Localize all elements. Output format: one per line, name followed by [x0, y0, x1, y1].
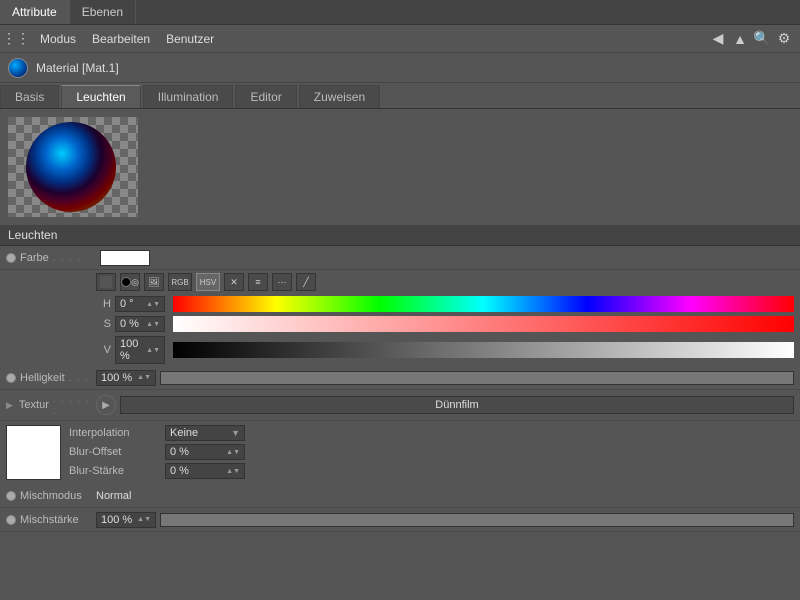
helligkeit-radio[interactable]: [6, 373, 16, 383]
textur-label: ▶ Textur . . . . . .: [6, 393, 96, 417]
tab-attribute[interactable]: Attribute: [0, 0, 70, 24]
search-icon[interactable]: 🔍: [754, 31, 770, 47]
hue-row: H 0 ° ▲▼: [0, 294, 800, 314]
mischstärke-spinner[interactable]: ▲▼: [137, 516, 151, 523]
section-header-leuchten: Leuchten: [0, 224, 800, 246]
arrow-left-icon[interactable]: ◀: [710, 31, 726, 47]
tab-zuweisen[interactable]: Zuweisen: [299, 85, 380, 108]
farbe-row: Farbe . . . .: [0, 246, 800, 270]
settings-icon[interactable]: ⚙: [776, 31, 792, 47]
helligkeit-slider-fill: [161, 372, 793, 384]
blur-offset-label: Blur-Offset: [69, 446, 159, 458]
blur-offset-row: Blur-Offset 0 % ▲▼: [69, 444, 794, 460]
textur-play-button[interactable]: ▶: [96, 395, 116, 415]
blur-starke-input[interactable]: 0 % ▲▼: [165, 463, 245, 479]
mischstärke-value-input[interactable]: 100 % ▲▼: [96, 512, 156, 528]
ct-picker-icon[interactable]: ╱: [296, 273, 316, 291]
farbe-radio[interactable]: [6, 253, 16, 263]
mischmodus-radio[interactable]: [6, 491, 16, 501]
tab-illumination[interactable]: Illumination: [143, 85, 234, 108]
mischmodus-label: Mischmodus: [6, 490, 96, 502]
ct-hsv-icon[interactable]: HSV: [196, 273, 220, 291]
helligkeit-dots: . . .: [69, 372, 89, 384]
tab-ebenen[interactable]: Ebenen: [70, 0, 136, 24]
mischstärke-slider[interactable]: [160, 513, 794, 527]
mischstärke-radio[interactable]: [6, 515, 16, 525]
helligkeit-row: Helligkeit . . . 100 % ▲▼: [0, 366, 800, 390]
property-tabs: Basis Leuchten Illumination Editor Zuwei…: [0, 83, 800, 109]
hue-bar[interactable]: [173, 296, 794, 312]
hue-spinner[interactable]: ▲▼: [146, 301, 160, 308]
arrow-right-icon[interactable]: ▲: [732, 31, 748, 47]
ct-spectrum-icon[interactable]: [96, 273, 116, 291]
ct-rgb-icon[interactable]: RGB: [168, 273, 192, 291]
hue-value-input[interactable]: 0 ° ▲▼: [115, 296, 165, 312]
saturation-label: S: [96, 318, 111, 330]
mischstärke-slider-fill: [161, 514, 793, 526]
farbe-dots: . . . .: [53, 252, 81, 264]
texture-panel: Interpolation Keine ▼ Blur-Offset 0 % ▲▼…: [0, 421, 800, 484]
preview-box: [8, 117, 138, 217]
value-spinner[interactable]: ▲▼: [146, 347, 160, 354]
material-header: Material [Mat.1]: [0, 53, 800, 83]
tab-editor[interactable]: Editor: [235, 85, 296, 108]
interpolation-label: Interpolation: [69, 427, 159, 439]
interpolation-row: Interpolation Keine ▼: [69, 425, 794, 441]
menu-modus[interactable]: Modus: [40, 32, 76, 46]
top-tab-bar: Attribute Ebenen: [0, 0, 800, 25]
mischstärke-label: Mischstärke: [6, 514, 96, 526]
material-preview-ball: [8, 58, 28, 78]
texture-thumbnail: [6, 425, 61, 480]
color-toolbar: ◎ 🖼 RGB HSV ✕ ≡ ⋯ ╱: [0, 270, 800, 294]
blur-starke-label: Blur-Stärke: [69, 465, 159, 477]
saturation-bar[interactable]: [173, 316, 794, 332]
ct-image-icon[interactable]: 🖼: [144, 273, 164, 291]
blur-starke-spinner[interactable]: ▲▼: [226, 468, 240, 475]
ct-bars-icon[interactable]: ≡: [248, 273, 268, 291]
textur-name-button[interactable]: Dünnfilm: [120, 396, 794, 414]
preview-area: [0, 109, 800, 224]
interpolation-select[interactable]: Keine ▼: [165, 425, 245, 441]
tab-leuchten[interactable]: Leuchten: [61, 85, 140, 108]
value-value-input[interactable]: 100 % ▲▼: [115, 336, 165, 364]
textur-dots: . . . . . .: [53, 393, 96, 417]
mischmodus-row: Mischmodus Normal: [0, 484, 800, 508]
textur-expand-icon: ▶: [6, 400, 13, 411]
value-row: V 100 % ▲▼: [0, 334, 800, 366]
mischmodus-value[interactable]: Normal: [96, 490, 131, 502]
saturation-spinner[interactable]: ▲▼: [146, 321, 160, 328]
grid-icon[interactable]: ⋮⋮: [8, 31, 24, 47]
material-name: Material [Mat.1]: [36, 61, 119, 75]
texture-properties: Interpolation Keine ▼ Blur-Offset 0 % ▲▼…: [69, 425, 794, 480]
menu-bearbeiten[interactable]: Bearbeiten: [92, 32, 150, 46]
farbe-color-preview[interactable]: [100, 250, 150, 266]
mischstärke-row: Mischstärke 100 % ▲▼: [0, 508, 800, 532]
interpolation-arrow: ▼: [231, 428, 240, 438]
farbe-label: Farbe . . . .: [6, 252, 96, 264]
value-label: V: [96, 344, 111, 356]
blur-starke-row: Blur-Stärke 0 % ▲▼: [69, 463, 794, 479]
helligkeit-slider[interactable]: [160, 371, 794, 385]
ct-x-icon[interactable]: ✕: [224, 273, 244, 291]
material-sphere-preview: [26, 122, 116, 212]
helligkeit-spinner[interactable]: ▲▼: [137, 374, 151, 381]
tab-basis[interactable]: Basis: [0, 85, 59, 108]
ct-wheel-icon[interactable]: ◎: [120, 273, 140, 291]
ct-dots-icon[interactable]: ⋯: [272, 273, 292, 291]
helligkeit-value-input[interactable]: 100 % ▲▼: [96, 370, 156, 386]
textur-row: ▶ Textur . . . . . . ▶ Dünnfilm: [0, 390, 800, 421]
blur-offset-spinner[interactable]: ▲▼: [226, 449, 240, 456]
saturation-value-input[interactable]: 0 % ▲▼: [115, 316, 165, 332]
value-bar[interactable]: [173, 342, 794, 358]
blur-offset-input[interactable]: 0 % ▲▼: [165, 444, 245, 460]
menu-bar: ⋮⋮ Modus Bearbeiten Benutzer ◀ ▲ 🔍 ⚙: [0, 25, 800, 53]
menu-benutzer[interactable]: Benutzer: [166, 32, 214, 46]
helligkeit-label: Helligkeit . . .: [6, 372, 96, 384]
saturation-row: S 0 % ▲▼: [0, 314, 800, 334]
hue-label: H: [96, 298, 111, 310]
